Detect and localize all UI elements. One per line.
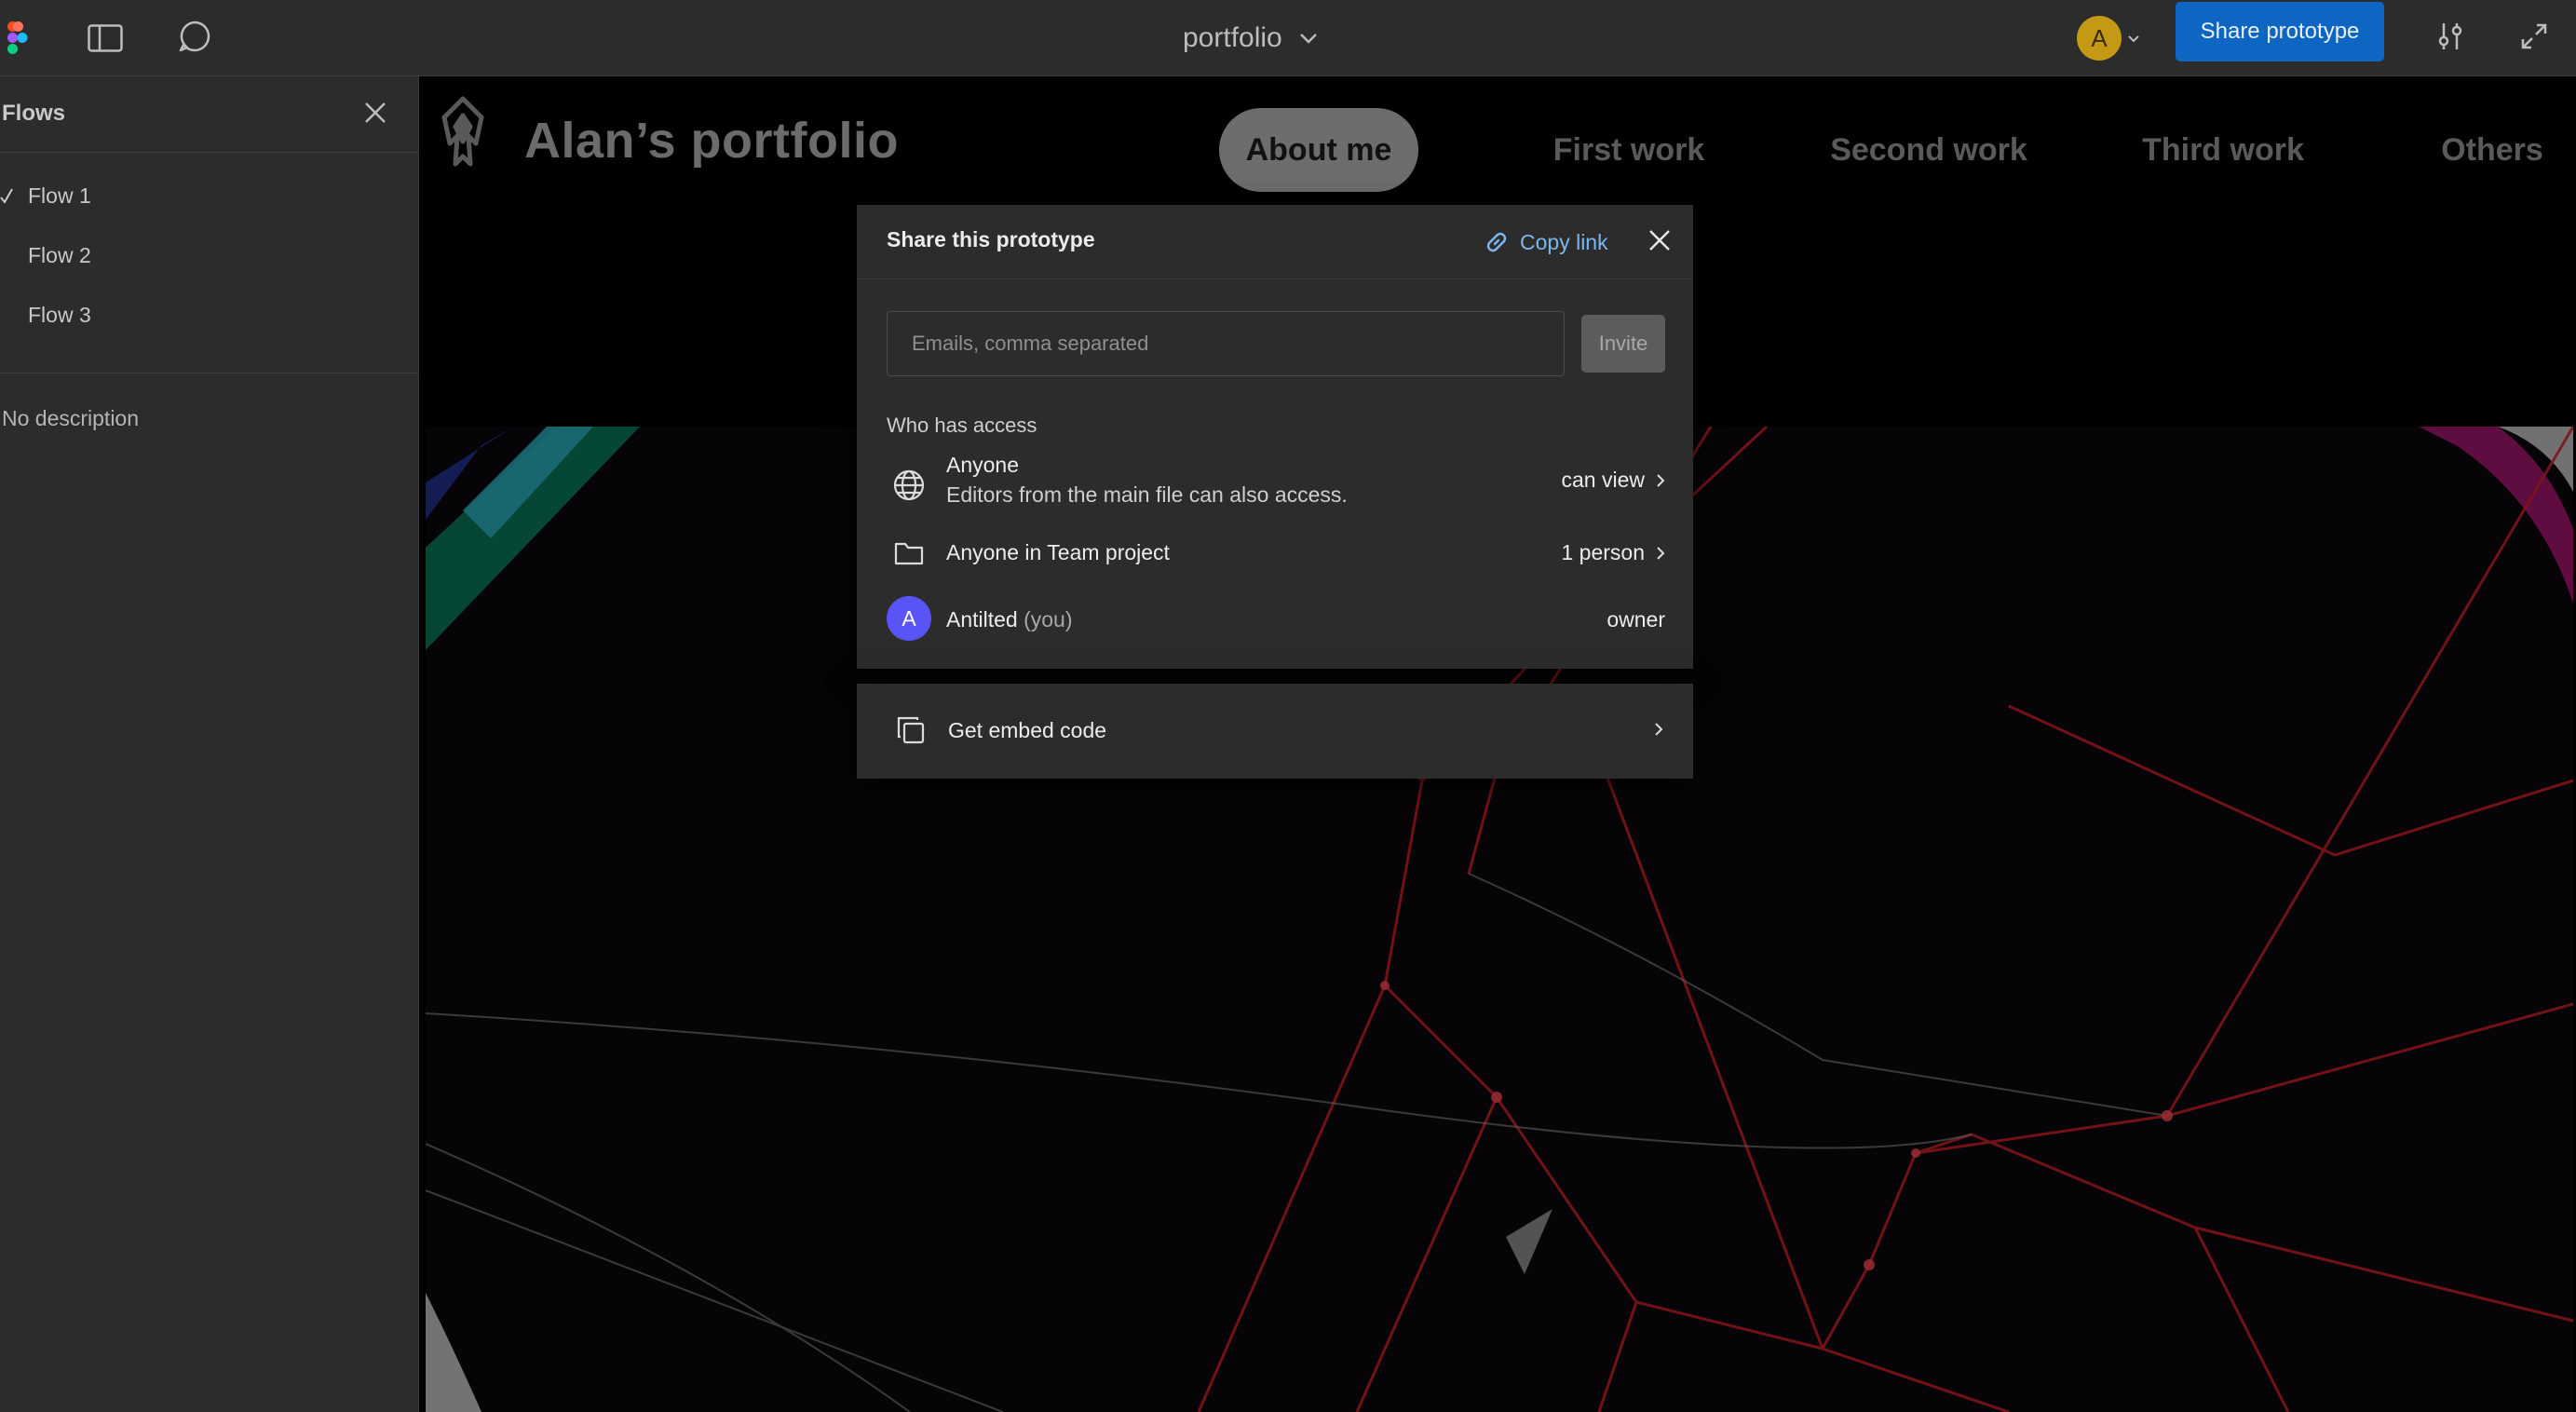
access-heading: Who has access bbox=[887, 414, 1037, 437]
chevron-right-icon bbox=[1657, 473, 1665, 487]
team-members-dropdown[interactable]: 1 person bbox=[1561, 540, 1665, 565]
permission-label: can view bbox=[1561, 468, 1645, 492]
chevron-down-icon bbox=[2128, 34, 2139, 42]
top-toolbar: portfolio A Share prototype bbox=[0, 0, 2576, 76]
sliders-icon[interactable] bbox=[2425, 11, 2475, 61]
invite-button[interactable]: Invite bbox=[1581, 315, 1665, 373]
file-title: portfolio bbox=[1183, 22, 1282, 53]
flow-label: Flow 1 bbox=[28, 183, 91, 208]
copy-link-label: Copy link bbox=[1520, 229, 1608, 254]
dialog-header: Share this prototype Copy link bbox=[857, 205, 1693, 279]
access-name: Antilted (you) bbox=[946, 607, 1073, 632]
link-icon bbox=[1486, 232, 1507, 252]
close-icon[interactable] bbox=[1641, 222, 1678, 259]
access-subtext: Editors from the main file can also acce… bbox=[946, 482, 1348, 507]
close-icon[interactable] bbox=[356, 93, 395, 132]
access-name: Anyone bbox=[946, 453, 1020, 477]
file-title-menu[interactable]: portfolio bbox=[1183, 13, 1318, 63]
comment-icon[interactable] bbox=[173, 15, 216, 58]
copy-link-button[interactable]: Copy link bbox=[1483, 222, 1608, 263]
access-row-anyone: Anyone Editors from the main file can al… bbox=[887, 453, 1665, 518]
expand-icon[interactable] bbox=[2509, 11, 2559, 61]
permission-dropdown[interactable]: can view bbox=[1562, 468, 1665, 493]
dialog-title: Share this prototype bbox=[887, 227, 1095, 251]
folder-icon bbox=[887, 531, 931, 576]
user-avatar-wrap: A bbox=[887, 596, 931, 641]
flow-list: Flow 1 Flow 2 Flow 3 bbox=[0, 166, 419, 345]
email-input[interactable] bbox=[887, 311, 1565, 376]
figma-logo-icon[interactable] bbox=[6, 17, 30, 60]
user-name: Antilted bbox=[946, 607, 1018, 631]
copy-icon bbox=[892, 712, 929, 749]
share-prototype-button[interactable]: Share prototype bbox=[2176, 2, 2384, 61]
flow-label: Flow 2 bbox=[28, 242, 91, 267]
embed-label: Get embed code bbox=[948, 718, 1107, 742]
chevron-right-icon bbox=[1657, 546, 1665, 560]
flow-item-3[interactable]: Flow 3 bbox=[0, 285, 419, 345]
you-tag: (you) bbox=[1024, 607, 1073, 631]
sidebar-header: Flows bbox=[0, 76, 419, 153]
permission-label: owner bbox=[1607, 607, 1665, 631]
chevron-right-icon bbox=[1645, 715, 1673, 743]
checkmark-icon bbox=[0, 188, 13, 204]
access-row-owner: A Antilted (you) owner bbox=[887, 596, 1665, 643]
owner-role: owner bbox=[1607, 607, 1665, 632]
sidebar-toggle-icon[interactable] bbox=[84, 17, 127, 60]
flow-description: No description bbox=[2, 406, 140, 430]
access-name: Anyone in Team project bbox=[946, 540, 1170, 564]
chevron-down-icon bbox=[1299, 34, 1317, 44]
share-prototype-dialog: Share this prototype Copy link Invite Wh… bbox=[857, 205, 1693, 669]
avatar: A bbox=[887, 596, 931, 641]
permission-label: 1 person bbox=[1561, 540, 1645, 564]
globe-icon bbox=[887, 463, 931, 508]
account-menu[interactable]: A bbox=[2077, 9, 2140, 67]
flows-sidebar: Flows Flow 1 Flow 2 Flow 3 No descriptio… bbox=[0, 76, 419, 1412]
flow-item-2[interactable]: Flow 2 bbox=[0, 225, 419, 285]
flow-item-1[interactable]: Flow 1 bbox=[0, 166, 419, 225]
avatar: A bbox=[2077, 16, 2122, 61]
sidebar-title: Flows bbox=[2, 101, 66, 126]
get-embed-code-button[interactable]: Get embed code bbox=[857, 684, 1693, 779]
flow-label: Flow 3 bbox=[28, 302, 91, 327]
access-row-team: Anyone in Team project 1 person bbox=[887, 531, 1665, 576]
